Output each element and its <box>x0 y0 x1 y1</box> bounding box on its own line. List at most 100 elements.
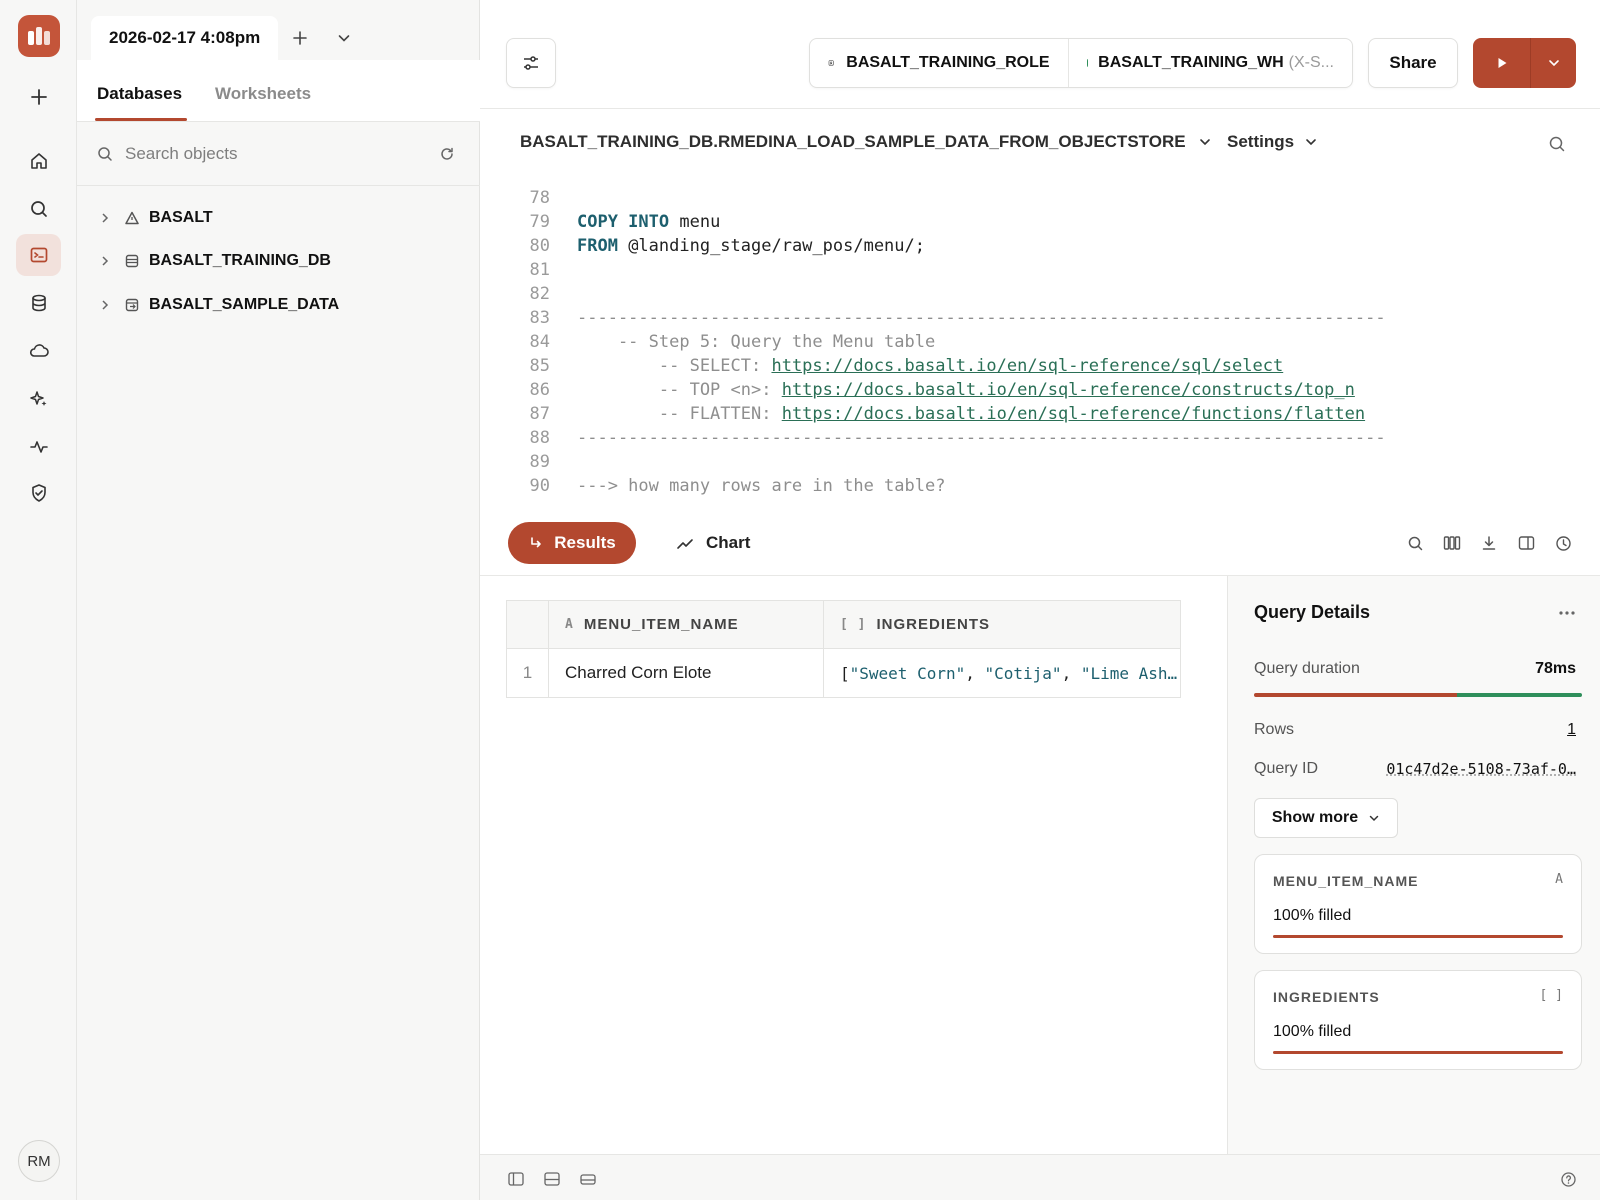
rows-label: Rows <box>1254 721 1295 738</box>
code-line: 87 -------------------------------------… <box>529 404 1386 448</box>
tree-item-label: BASALT <box>149 209 213 226</box>
run-options-button[interactable] <box>1531 38 1576 88</box>
code-line: 86 -- FLATTEN: https://docs.basalt.io/en… <box>529 380 1366 424</box>
more-options-icon[interactable] <box>1558 600 1576 621</box>
code-line: 81 <box>529 260 550 280</box>
worksheet-icon[interactable] <box>16 234 61 276</box>
database-icon[interactable] <box>16 282 61 324</box>
context-selector: BASALT_TRAINING_ROLE BASALT_TRAINING_WH … <box>809 38 1353 88</box>
results-search-icon[interactable] <box>1402 530 1428 556</box>
results-tab-button[interactable]: Results <box>508 522 636 564</box>
help-icon[interactable] <box>1556 1167 1580 1191</box>
play-icon <box>1498 58 1506 68</box>
tree-item-label: BASALT_TRAINING_DB <box>149 252 331 269</box>
left-rail: RM <box>0 0 77 1200</box>
toggle-results-icon[interactable] <box>540 1167 564 1191</box>
chevron-down-icon <box>1369 815 1379 822</box>
role-selector[interactable]: BASALT_TRAINING_ROLE <box>810 39 1068 87</box>
code-line: 84 -- SELECT: https://docs.basalt.io/en/… <box>529 332 1284 376</box>
query-duration-value: 78ms <box>1535 660 1576 677</box>
activity-icon[interactable] <box>16 426 61 468</box>
query-id-value[interactable]: 01c47d2e-5108-73af-0… <box>1386 760 1576 778</box>
return-arrow-icon <box>531 537 542 548</box>
fill-bar <box>1273 935 1563 938</box>
breadcrumb[interactable]: BASALT_TRAINING_DB.RMEDINA_LOAD_SAMPLE_D… <box>520 132 1212 152</box>
app-logo-icon[interactable] <box>18 15 60 57</box>
code-editor[interactable]: 78 COPY INTO menu 79 FROM @landing_stage… <box>480 170 1600 495</box>
editor-search-icon[interactable] <box>1548 135 1566 158</box>
filters-button[interactable] <box>506 38 556 88</box>
download-icon[interactable] <box>1476 530 1502 556</box>
query-details-panel: Query Details Query duration 78ms Rows 1… <box>1227 576 1600 1154</box>
column-header-ingredients[interactable]: [ ] INGREDIENTS <box>824 601 1180 648</box>
line-chart-icon <box>677 539 693 549</box>
tab-worksheets[interactable]: Worksheets <box>215 84 311 104</box>
column-stat-card[interactable]: MENU_ITEM_NAME A 100% filled <box>1254 854 1582 954</box>
plus-icon <box>293 31 308 45</box>
code-line: 83 -- Step 5: Query the Menu table <box>529 308 936 352</box>
tree-item-basalt[interactable]: BASALT <box>95 203 213 233</box>
search-icon[interactable] <box>16 188 61 230</box>
bottom-bar <box>480 1154 1600 1200</box>
worksheet-tab-row: 2026-02-17 4:08pm <box>91 16 366 60</box>
chevron-right-icon[interactable] <box>95 299 115 311</box>
main-area: BASALT_TRAINING_ROLE BASALT_TRAINING_WH … <box>480 0 1600 1200</box>
search-input[interactable] <box>125 143 415 164</box>
run-button-group <box>1473 38 1576 88</box>
table-row[interactable]: 1 Charred Corn Elote [ "Sweet Corn", "Co… <box>507 649 1180 697</box>
query-duration-label: Query duration <box>1254 660 1360 677</box>
object-panel: 2026-02-17 4:08pm Databases Worksheets B… <box>77 0 480 1200</box>
settings-menu[interactable]: Settings <box>1227 132 1318 152</box>
query-duration-bar <box>1254 693 1582 697</box>
home-icon[interactable] <box>16 140 61 182</box>
show-more-button[interactable]: Show more <box>1254 798 1398 838</box>
query-id-label: Query ID <box>1254 760 1319 777</box>
shield-icon[interactable] <box>16 472 61 514</box>
side-panel-icon[interactable] <box>1513 530 1539 556</box>
divider <box>480 108 1600 109</box>
toggle-editor-icon[interactable] <box>576 1167 600 1191</box>
code-line: 91 <box>480 474 1600 495</box>
results-grid: A MENU_ITEM_NAME [ ] INGREDIENTS 1 Charr… <box>506 600 1181 698</box>
chevron-right-icon[interactable] <box>95 212 115 224</box>
cell-ingredients[interactable]: [ "Sweet Corn", "Cotija", "Lime Ash… <box>824 649 1180 697</box>
tree-item-basalt-sample-data[interactable]: BASALT_SAMPLE_DATA <box>95 290 339 320</box>
sliders-icon <box>524 56 538 70</box>
toggle-sidebar-icon[interactable] <box>504 1167 528 1191</box>
avatar[interactable]: RM <box>18 1140 60 1182</box>
run-button[interactable] <box>1473 38 1530 88</box>
warehouse-status-dot <box>1086 59 1089 67</box>
chart-tab-button[interactable]: Chart <box>676 522 750 564</box>
code-line: 89 ---> how many rows are in the table? <box>529 452 946 495</box>
tab-databases[interactable]: Databases <box>97 84 182 104</box>
cloud-icon[interactable] <box>16 330 61 372</box>
worksheet-tab[interactable]: 2026-02-17 4:08pm <box>91 16 279 60</box>
code-line: 88 <box>529 428 550 448</box>
chevron-down-icon <box>1199 139 1210 146</box>
column-stat-card[interactable]: INGREDIENTS [ ] 100% filled <box>1254 970 1582 1070</box>
object-search <box>77 122 480 186</box>
tree-item-label: BASALT_SAMPLE_DATA <box>149 296 340 313</box>
role-icon <box>828 60 834 66</box>
share-button[interactable]: Share <box>1368 38 1458 88</box>
tab-menu-button[interactable] <box>322 16 366 60</box>
row-index: 1 <box>507 649 549 697</box>
active-tab-underline <box>95 118 187 121</box>
plus-icon[interactable] <box>16 76 61 118</box>
fill-bar <box>1273 1051 1563 1054</box>
new-tab-button[interactable] <box>278 16 322 60</box>
warehouse-selector[interactable]: BASALT_TRAINING_WH (X-S... <box>1069 39 1352 87</box>
column-header-menu-item-name[interactable]: A MENU_ITEM_NAME <box>549 601 824 648</box>
cell-menu-item-name[interactable]: Charred Corn Elote <box>549 649 824 697</box>
tree-item-basalt-training-db[interactable]: BASALT_TRAINING_DB <box>95 246 331 276</box>
history-icon[interactable] <box>1550 530 1576 556</box>
sparkle-icon[interactable] <box>16 378 61 420</box>
chevron-right-icon[interactable] <box>95 255 115 267</box>
row-index-header <box>507 601 549 648</box>
query-details-title: Query Details <box>1254 602 1371 622</box>
columns-icon[interactable] <box>1439 530 1465 556</box>
triangle-icon <box>115 210 149 226</box>
database-icon <box>115 253 149 269</box>
refresh-icon[interactable] <box>439 146 455 162</box>
rows-value[interactable]: 1 <box>1567 721 1576 739</box>
